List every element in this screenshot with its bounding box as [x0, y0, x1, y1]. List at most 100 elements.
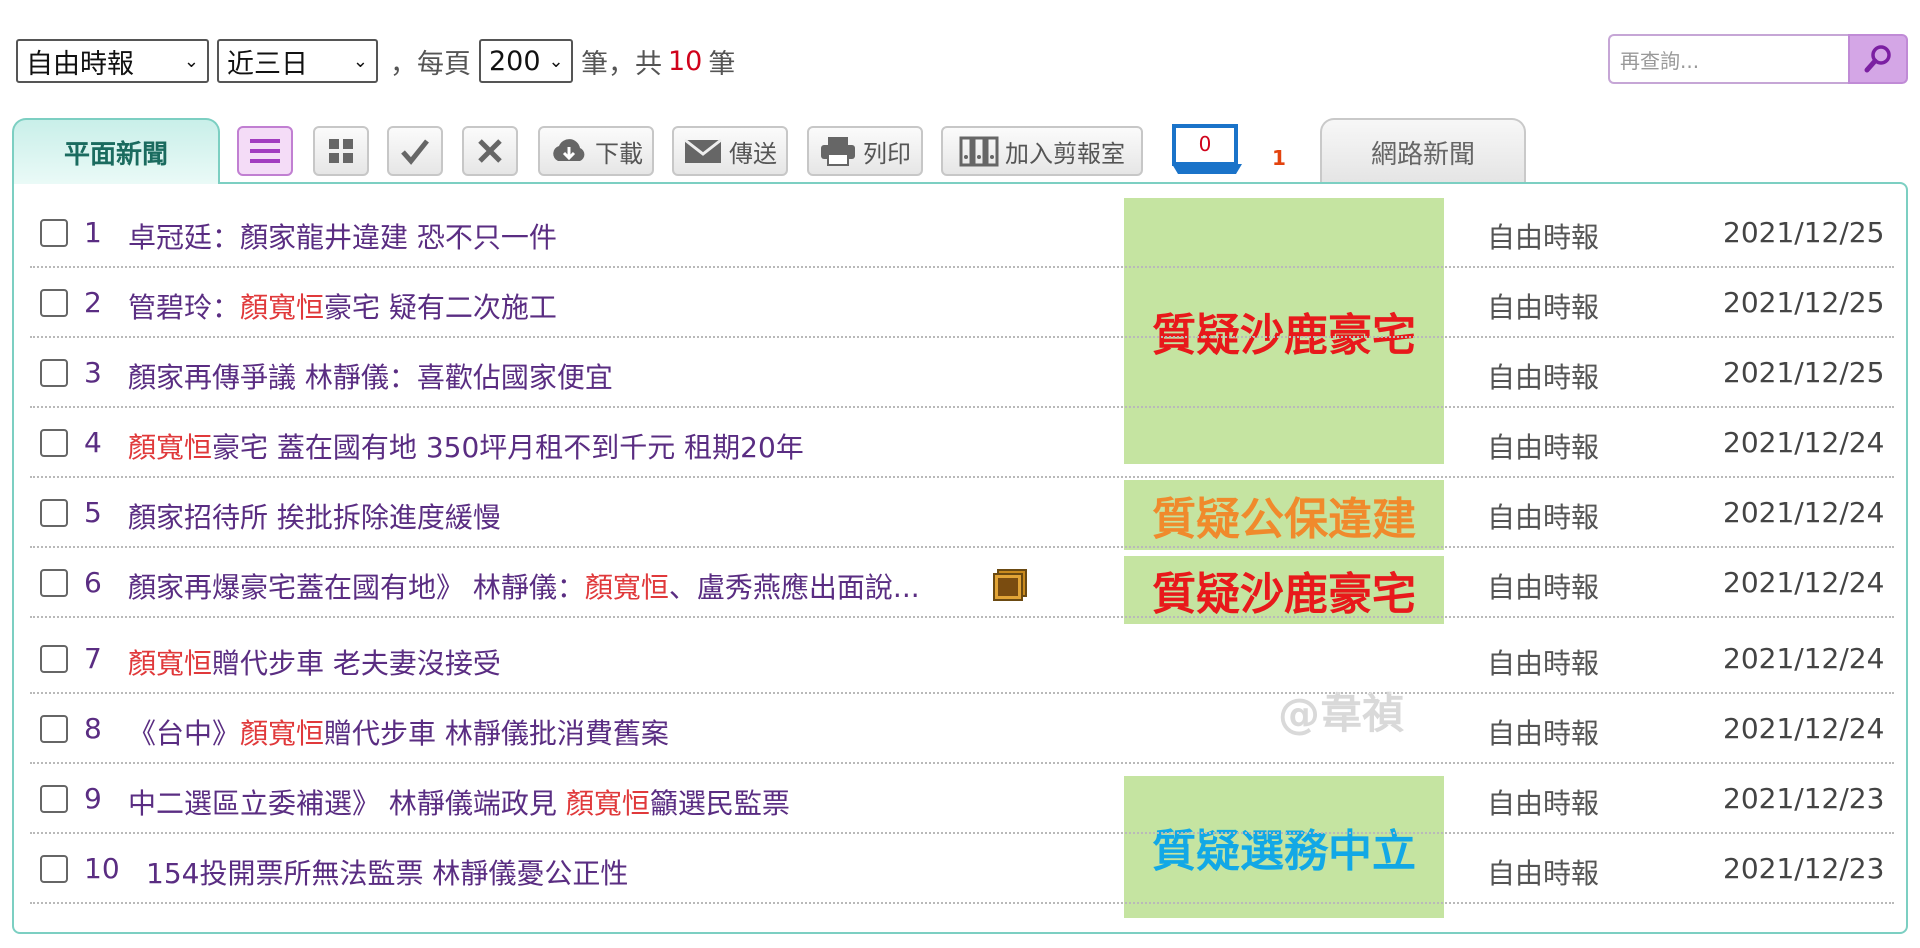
title-text: 中二選區立委補選》 林靜儀端政見: [128, 787, 566, 820]
tab-print-news-label: 平面新聞: [63, 139, 168, 170]
row-date: 2021/12/25: [1723, 216, 1885, 249]
article-row: 8 《台中》顏寬恒贈代步車 林靜儀批消費舊案 自由時報 2021/12/24: [30, 698, 1894, 764]
list-icon: [250, 139, 280, 163]
title-text: 顏家招待所 挨批拆除進度緩慢: [128, 501, 501, 534]
row-number: 6: [84, 566, 102, 599]
printer-icon: [821, 137, 855, 166]
title-text: 、盧秀燕應出面說...: [668, 571, 920, 604]
filter-bar: 自由時報 ⌄ 近三日 ⌄ ，每頁 200 ⌄ 筆，共 10 筆: [16, 38, 735, 84]
tab-print-news[interactable]: 平面新聞: [12, 118, 220, 184]
row-date: 2021/12/23: [1723, 782, 1885, 815]
clipping-folder-count: 0: [1198, 132, 1212, 156]
per-page-label: ，每頁: [390, 48, 471, 80]
row-source: 自由時報: [1487, 291, 1600, 324]
article-title-link[interactable]: 顏寬恒豪宅 蓋在國有地 350坪月租不到千元 租期20年: [128, 426, 804, 466]
row-date: 2021/12/25: [1723, 286, 1885, 319]
total-count: 10: [668, 45, 703, 77]
row-date: 2021/12/25: [1723, 356, 1885, 389]
date-range-select[interactable]: 近三日 ⌄: [217, 39, 378, 83]
article-title-link[interactable]: 顏家再爆豪宅蓋在國有地》 林靜儀：顏寬恒、盧秀燕應出面說...: [128, 566, 920, 606]
clear-selection-button[interactable]: [462, 126, 518, 176]
row-number: 7: [84, 642, 102, 675]
photo-icon[interactable]: [992, 568, 1028, 602]
row-source: 自由時報: [1487, 571, 1600, 604]
row-checkbox[interactable]: [40, 499, 68, 527]
cloud-download-icon: [553, 139, 585, 161]
binders-icon: [959, 136, 999, 167]
row-number: 8: [84, 712, 102, 745]
highlighted-keyword: 顏寬恒: [240, 717, 325, 750]
print-label: 列印: [863, 139, 911, 168]
row-checkbox[interactable]: [40, 429, 68, 457]
row-source: 自由時報: [1487, 361, 1600, 394]
search-button[interactable]: [1848, 34, 1908, 84]
per-page-select[interactable]: 200 ⌄: [479, 39, 573, 83]
chevron-down-icon: ⌄: [352, 50, 368, 72]
article-title-link[interactable]: 管碧玲：顏寬恒豪宅 疑有二次施工: [128, 286, 557, 326]
clipping-folder-button[interactable]: 0: [1172, 122, 1252, 176]
count-label: 筆，共: [581, 48, 662, 80]
count-unit: 筆: [708, 48, 736, 80]
row-source: 自由時報: [1487, 221, 1600, 254]
row-checkbox[interactable]: [40, 645, 68, 673]
row-checkbox[interactable]: [40, 289, 68, 317]
row-source: 自由時報: [1487, 647, 1600, 680]
clipping-badge: 1: [1272, 146, 1286, 170]
title-text: 顏家再傳爭議 林靜儀：喜歡佔國家便宜: [128, 361, 613, 394]
source-select[interactable]: 自由時報 ⌄: [16, 39, 209, 83]
article-title-link[interactable]: 顏寬恒贈代步車 老夫妻沒接受: [128, 642, 501, 682]
row-checkbox[interactable]: [40, 855, 68, 883]
select-all-button[interactable]: [387, 126, 443, 176]
list-view-button[interactable]: [237, 126, 293, 176]
row-number: 3: [84, 356, 102, 389]
highlighted-keyword: 顏寬恒: [584, 571, 669, 604]
article-title-link[interactable]: 顏家再傳爭議 林靜儀：喜歡佔國家便宜: [128, 356, 613, 396]
article-title-link[interactable]: 154投開票所無法監票 林靜儀憂公正性: [146, 852, 628, 892]
article-title-link[interactable]: 《台中》顏寬恒贈代步車 林靜儀批消費舊案: [128, 712, 669, 752]
check-icon: [401, 139, 429, 165]
article-row: 9 中二選區立委補選》 林靜儀端政見 顏寬恒籲選民監票 自由時報 2021/12/23: [30, 768, 1894, 834]
row-checkbox[interactable]: [40, 219, 68, 247]
row-checkbox[interactable]: [40, 715, 68, 743]
article-title-link[interactable]: 卓冠廷：顏家龍井違建 恐不只一件: [128, 216, 557, 256]
send-button[interactable]: 傳送: [672, 126, 788, 176]
row-checkbox[interactable]: [40, 359, 68, 387]
chevron-down-icon: ⌄: [183, 50, 199, 72]
row-date: 2021/12/24: [1723, 712, 1885, 745]
title-text: 籲選民監票: [649, 787, 790, 820]
row-number: 1: [84, 216, 102, 249]
add-to-clipping-label: 加入剪報室: [1005, 139, 1125, 168]
row-source: 自由時報: [1487, 431, 1600, 464]
grid-view-button[interactable]: [313, 126, 369, 176]
row-source: 自由時報: [1487, 787, 1600, 820]
download-button[interactable]: 下載: [538, 126, 654, 176]
highlighted-keyword: 顏寬恒: [240, 291, 325, 324]
article-row: 5 顏家招待所 挨批拆除進度緩慢 自由時報 2021/12/24: [30, 482, 1894, 548]
article-row: 10 154投開票所無法監票 林靜儀憂公正性 自由時報 2021/12/23: [30, 838, 1894, 904]
print-button[interactable]: 列印: [807, 126, 923, 176]
add-to-clipping-button[interactable]: 加入剪報室: [941, 126, 1143, 176]
row-date: 2021/12/24: [1723, 642, 1885, 675]
per-page-value: 200: [489, 45, 541, 77]
title-text: 贈代步車 林靜儀批消費舊案: [324, 717, 669, 750]
article-title-link[interactable]: 中二選區立委補選》 林靜儀端政見 顏寬恒籲選民監票: [128, 782, 790, 822]
tab-web-news[interactable]: 網路新聞: [1320, 118, 1526, 184]
row-number: 4: [84, 426, 102, 459]
row-checkbox[interactable]: [40, 569, 68, 597]
row-date: 2021/12/24: [1723, 566, 1885, 599]
source-select-value: 自由時報: [26, 48, 134, 80]
row-number: 2: [84, 286, 102, 319]
search-input[interactable]: 再查詢...: [1608, 34, 1848, 84]
article-row: 1 卓冠廷：顏家龍井違建 恐不只一件 自由時報 2021/12/25: [30, 202, 1894, 268]
download-label: 下載: [595, 139, 643, 168]
article-title-link[interactable]: 顏家招待所 挨批拆除進度緩慢: [128, 496, 501, 536]
highlighted-keyword: 顏寬恒: [128, 431, 213, 464]
title-text: 贈代步車 老夫妻沒接受: [212, 647, 501, 680]
title-text: 154投開票所無法監票 林靜儀憂公正性: [146, 857, 629, 890]
tab-web-news-label: 網路新聞: [1370, 139, 1475, 170]
watermark: @韋禎: [1278, 689, 1405, 738]
row-checkbox[interactable]: [40, 785, 68, 813]
title-text: 豪宅 蓋在國有地 350坪月租不到千元 租期20年: [212, 431, 804, 464]
chevron-down-icon: ⌄: [548, 50, 564, 72]
row-date: 2021/12/24: [1723, 496, 1885, 529]
